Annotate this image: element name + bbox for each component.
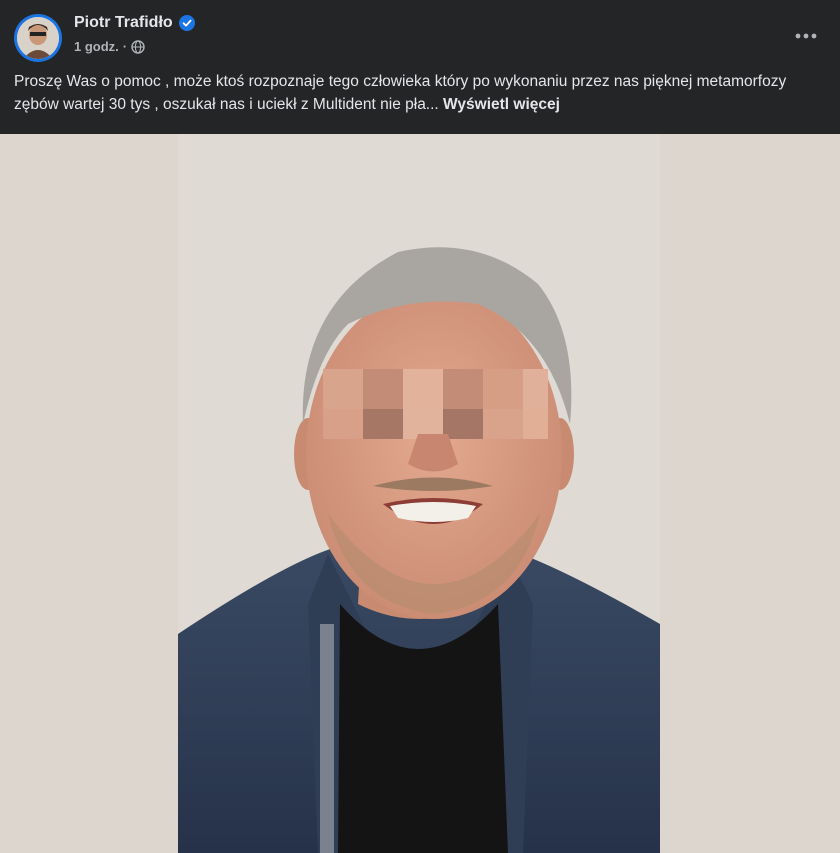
- portrait-image: [178, 134, 660, 853]
- post-timestamp[interactable]: 1 godz.: [74, 39, 119, 54]
- more-options-button[interactable]: [792, 22, 820, 50]
- post-text: Proszę Was o pomoc , może ktoś rozpoznaj…: [14, 70, 814, 116]
- globe-icon[interactable]: [131, 39, 145, 54]
- post-meta: 1 godz. ·: [74, 39, 145, 54]
- post-media[interactable]: [0, 134, 840, 853]
- more-options-icon: [795, 33, 817, 39]
- post-body: Proszę Was o pomoc , może ktoś rozpoznaj…: [14, 73, 787, 113]
- verified-badge-icon: [178, 15, 195, 31]
- author-avatar[interactable]: [14, 14, 62, 62]
- author-name-row: Piotr Trafidło: [74, 14, 195, 32]
- author-name[interactable]: Piotr Trafidło: [74, 14, 173, 32]
- post-header: Piotr Trafidło 1 godz. · Proszę Was o po…: [0, 0, 840, 134]
- avatar-photo: [17, 17, 59, 59]
- post-photo[interactable]: [178, 134, 660, 853]
- see-more-link[interactable]: Wyświetl więcej: [443, 96, 560, 113]
- meta-separator: ·: [122, 39, 128, 54]
